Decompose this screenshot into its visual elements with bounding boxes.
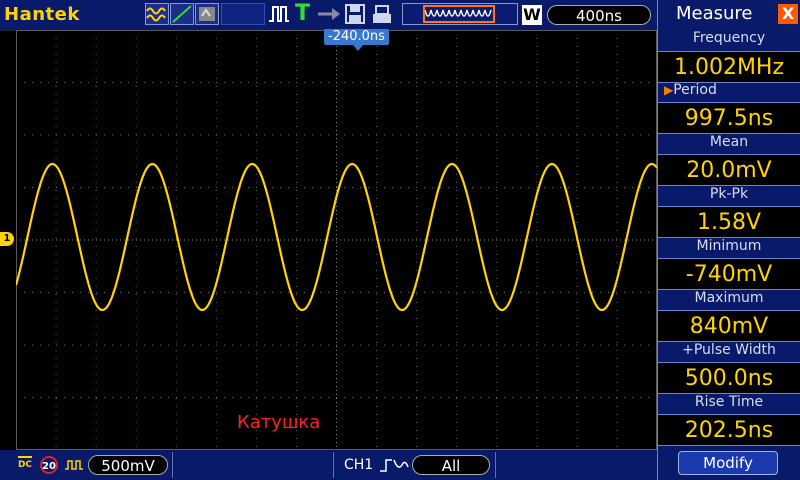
measure-label-period-text: Period: [673, 82, 717, 98]
status-slot: [221, 3, 265, 25]
bar-divider: [333, 452, 334, 478]
measure-value-minimum[interactable]: -740mV: [658, 258, 800, 290]
modify-button[interactable]: Modify: [678, 451, 778, 475]
probe-arrow-icon: [316, 3, 342, 25]
measure-value-mean[interactable]: 20.0mV: [658, 154, 800, 186]
acquire-mode-icon[interactable]: [145, 3, 169, 25]
ch1-waveform-trace: [16, 162, 657, 312]
measure-value-maximum[interactable]: 840mV: [658, 310, 800, 342]
measure-label-period: ▶Period: [658, 81, 800, 99]
close-icon[interactable]: X: [778, 4, 798, 24]
bar-divider: [495, 452, 496, 478]
coupling-indicator: DC: [16, 454, 34, 474]
measure-label-maximum: Maximum: [694, 290, 764, 306]
graticule: [16, 30, 657, 450]
measure-label-minimum: Minimum: [696, 238, 762, 254]
trigger-slope-icon[interactable]: [170, 3, 194, 25]
brand-logo: Hantek: [4, 4, 80, 25]
channel1-marker[interactable]: 1: [0, 232, 14, 246]
top-status-bar: Hantek T W 400ns: [0, 0, 657, 31]
measure-panel: Measure X Frequency 1.002MHz ▶Period 997…: [657, 0, 800, 480]
measure-value-period[interactable]: 997.5ns: [658, 102, 800, 134]
measure-label-mean: Mean: [709, 134, 749, 150]
measure-value-rise-time[interactable]: 202.5ns: [658, 414, 800, 446]
memory-window: [423, 5, 495, 23]
coupling-label: DC: [17, 460, 33, 470]
waveform-display: [16, 30, 657, 450]
persistence-icon[interactable]: [195, 3, 219, 25]
trigger-edge-icon: [378, 455, 410, 475]
measure-label-frequency: Frequency: [692, 30, 766, 46]
bar-divider: [172, 452, 173, 478]
measure-value-frequency[interactable]: 1.002MHz: [658, 51, 800, 83]
measure-value-pulse-width[interactable]: 500.0ns: [658, 362, 800, 394]
measure-value-pkpk[interactable]: 1.58V: [658, 206, 800, 238]
trigger-status-icon: T: [295, 1, 311, 26]
save-icon[interactable]: [344, 3, 366, 25]
trigger-position-marker: [353, 45, 363, 51]
measure-label-rise-time: Rise Time: [694, 394, 764, 410]
channel-label: Катушка: [237, 412, 321, 433]
bandwidth-limit-icon: 20: [40, 456, 58, 474]
memory-depth-indicator: [402, 3, 518, 25]
memory-badge: W: [522, 5, 542, 25]
measure-label-pkpk: Pk-Pk: [709, 186, 749, 202]
trigger-source: CH1: [344, 457, 374, 473]
pulse-icon[interactable]: [268, 3, 290, 25]
usb-icon: [370, 3, 394, 25]
probe-wave-icon: [64, 457, 84, 473]
measure-label-pulse-width: +Pulse Width: [682, 342, 776, 358]
trigger-position-readout: -240.0ns: [324, 29, 389, 45]
trigger-mode-readout[interactable]: All: [412, 455, 490, 475]
timebase-readout[interactable]: 400ns: [547, 5, 651, 25]
selected-arrow-icon: ▶: [664, 83, 674, 97]
volts-div-readout[interactable]: 500mV: [88, 455, 168, 475]
